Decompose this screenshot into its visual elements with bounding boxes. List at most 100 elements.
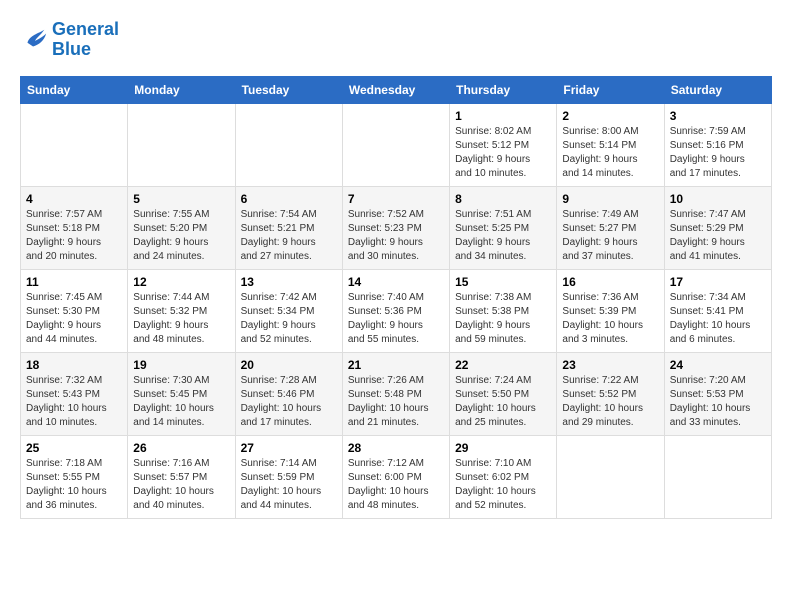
day-number: 10 bbox=[670, 192, 766, 206]
day-info: Sunrise: 7:52 AM Sunset: 5:23 PM Dayligh… bbox=[348, 208, 444, 264]
calendar-cell: 27 Sunrise: 7:14 AM Sunset: 5:59 PM Dayli… bbox=[235, 435, 342, 518]
day-number: 6 bbox=[241, 192, 337, 206]
day-info: Sunrise: 7:40 AM Sunset: 5:36 PM Dayligh… bbox=[348, 291, 444, 347]
day-number: 14 bbox=[348, 275, 444, 289]
weekday-header-friday: Friday bbox=[557, 76, 664, 103]
calendar-cell: 8 Sunrise: 7:51 AM Sunset: 5:25 PM Daylig… bbox=[450, 186, 557, 269]
calendar-cell: 12 Sunrise: 7:44 AM Sunset: 5:32 PM Dayli… bbox=[128, 269, 235, 352]
day-number: 12 bbox=[133, 275, 229, 289]
calendar-cell bbox=[128, 103, 235, 186]
calendar-week-row: 18 Sunrise: 7:32 AM Sunset: 5:43 PM Dayli… bbox=[21, 352, 772, 435]
day-number: 19 bbox=[133, 358, 229, 372]
day-info: Sunrise: 7:22 AM Sunset: 5:52 PM Dayligh… bbox=[562, 374, 658, 430]
calendar-cell: 7 Sunrise: 7:52 AM Sunset: 5:23 PM Daylig… bbox=[342, 186, 449, 269]
day-info: Sunrise: 7:54 AM Sunset: 5:21 PM Dayligh… bbox=[241, 208, 337, 264]
day-number: 2 bbox=[562, 109, 658, 123]
calendar-cell bbox=[557, 435, 664, 518]
day-number: 5 bbox=[133, 192, 229, 206]
day-number: 28 bbox=[348, 441, 444, 455]
day-info: Sunrise: 7:28 AM Sunset: 5:46 PM Dayligh… bbox=[241, 374, 337, 430]
calendar-cell: 26Sunrise: 7:16 AM Sunset: 5:57 PM Dayli… bbox=[128, 435, 235, 518]
weekday-header-monday: Monday bbox=[128, 76, 235, 103]
day-number: 24 bbox=[670, 358, 766, 372]
day-number: 20 bbox=[241, 358, 337, 372]
calendar-cell: 13 Sunrise: 7:42 AM Sunset: 5:34 PM Dayli… bbox=[235, 269, 342, 352]
day-info: Sunrise: 7:12 AM Sunset: 6:00 PM Dayligh… bbox=[348, 457, 444, 513]
day-info: Sunrise: 8:02 AM Sunset: 5:12 PM Dayligh… bbox=[455, 125, 551, 181]
calendar-cell: 5 Sunrise: 7:55 AM Sunset: 5:20 PM Daylig… bbox=[128, 186, 235, 269]
calendar-cell: 9 Sunrise: 7:49 AM Sunset: 5:27 PM Daylig… bbox=[557, 186, 664, 269]
day-number: 16 bbox=[562, 275, 658, 289]
calendar-week-row: 1Sunrise: 8:02 AM Sunset: 5:12 PM Daylig… bbox=[21, 103, 772, 186]
day-number: 3 bbox=[670, 109, 766, 123]
calendar-cell: 25 Sunrise: 7:18 AM Sunset: 5:55 PM Dayli… bbox=[21, 435, 128, 518]
day-info: Sunrise: 7:34 AM Sunset: 5:41 PM Dayligh… bbox=[670, 291, 766, 347]
calendar-cell: 24 Sunrise: 7:20 AM Sunset: 5:53 PM Dayli… bbox=[664, 352, 771, 435]
calendar-cell: 15Sunrise: 7:38 AM Sunset: 5:38 PM Dayli… bbox=[450, 269, 557, 352]
day-info: Sunrise: 7:24 AM Sunset: 5:50 PM Dayligh… bbox=[455, 374, 551, 430]
weekday-header-thursday: Thursday bbox=[450, 76, 557, 103]
weekday-header-saturday: Saturday bbox=[664, 76, 771, 103]
weekday-header-wednesday: Wednesday bbox=[342, 76, 449, 103]
day-info: Sunrise: 7:20 AM Sunset: 5:53 PM Dayligh… bbox=[670, 374, 766, 430]
calendar-cell: 10 Sunrise: 7:47 AM Sunset: 5:29 PM Dayli… bbox=[664, 186, 771, 269]
day-info: Sunrise: 7:16 AM Sunset: 5:57 PM Dayligh… bbox=[133, 457, 229, 513]
calendar-body: 1Sunrise: 8:02 AM Sunset: 5:12 PM Daylig… bbox=[21, 103, 772, 518]
calendar-cell bbox=[21, 103, 128, 186]
day-number: 7 bbox=[348, 192, 444, 206]
day-number: 13 bbox=[241, 275, 337, 289]
day-info: Sunrise: 7:30 AM Sunset: 5:45 PM Dayligh… bbox=[133, 374, 229, 430]
calendar-cell bbox=[664, 435, 771, 518]
day-number: 21 bbox=[348, 358, 444, 372]
logo-text: General Blue bbox=[52, 20, 119, 60]
weekday-header-sunday: Sunday bbox=[21, 76, 128, 103]
calendar-cell: 29Sunrise: 7:10 AM Sunset: 6:02 PM Dayli… bbox=[450, 435, 557, 518]
day-number: 29 bbox=[455, 441, 551, 455]
calendar-header: SundayMondayTuesdayWednesdayThursdayFrid… bbox=[21, 76, 772, 103]
calendar-week-row: 11Sunrise: 7:45 AM Sunset: 5:30 PM Dayli… bbox=[21, 269, 772, 352]
calendar-cell bbox=[235, 103, 342, 186]
day-info: Sunrise: 7:51 AM Sunset: 5:25 PM Dayligh… bbox=[455, 208, 551, 264]
day-info: Sunrise: 7:26 AM Sunset: 5:48 PM Dayligh… bbox=[348, 374, 444, 430]
calendar-cell: 21 Sunrise: 7:26 AM Sunset: 5:48 PM Dayli… bbox=[342, 352, 449, 435]
day-info: Sunrise: 7:32 AM Sunset: 5:43 PM Dayligh… bbox=[26, 374, 122, 430]
day-info: Sunrise: 7:55 AM Sunset: 5:20 PM Dayligh… bbox=[133, 208, 229, 264]
calendar-table: SundayMondayTuesdayWednesdayThursdayFrid… bbox=[20, 76, 772, 519]
calendar-week-row: 25 Sunrise: 7:18 AM Sunset: 5:55 PM Dayli… bbox=[21, 435, 772, 518]
calendar-cell: 20 Sunrise: 7:28 AM Sunset: 5:46 PM Dayli… bbox=[235, 352, 342, 435]
calendar-cell: 28 Sunrise: 7:12 AM Sunset: 6:00 PM Dayli… bbox=[342, 435, 449, 518]
day-number: 11 bbox=[26, 275, 122, 289]
day-info: Sunrise: 7:42 AM Sunset: 5:34 PM Dayligh… bbox=[241, 291, 337, 347]
calendar-cell: 23 Sunrise: 7:22 AM Sunset: 5:52 PM Dayli… bbox=[557, 352, 664, 435]
page-header: General Blue bbox=[20, 20, 772, 60]
weekday-header-tuesday: Tuesday bbox=[235, 76, 342, 103]
calendar-cell: 16 Sunrise: 7:36 AM Sunset: 5:39 PM Dayli… bbox=[557, 269, 664, 352]
day-number: 9 bbox=[562, 192, 658, 206]
day-number: 4 bbox=[26, 192, 122, 206]
day-info: Sunrise: 7:18 AM Sunset: 5:55 PM Dayligh… bbox=[26, 457, 122, 513]
calendar-cell: 2 Sunrise: 8:00 AM Sunset: 5:14 PM Daylig… bbox=[557, 103, 664, 186]
logo: General Blue bbox=[20, 20, 119, 60]
day-number: 22 bbox=[455, 358, 551, 372]
calendar-cell: 14 Sunrise: 7:40 AM Sunset: 5:36 PM Dayli… bbox=[342, 269, 449, 352]
day-number: 27 bbox=[241, 441, 337, 455]
day-info: Sunrise: 7:14 AM Sunset: 5:59 PM Dayligh… bbox=[241, 457, 337, 513]
day-info: Sunrise: 7:59 AM Sunset: 5:16 PM Dayligh… bbox=[670, 125, 766, 181]
weekday-header-row: SundayMondayTuesdayWednesdayThursdayFrid… bbox=[21, 76, 772, 103]
calendar-cell: 22 Sunrise: 7:24 AM Sunset: 5:50 PM Dayli… bbox=[450, 352, 557, 435]
calendar-cell: 4Sunrise: 7:57 AM Sunset: 5:18 PM Daylig… bbox=[21, 186, 128, 269]
day-info: Sunrise: 7:36 AM Sunset: 5:39 PM Dayligh… bbox=[562, 291, 658, 347]
day-info: Sunrise: 8:00 AM Sunset: 5:14 PM Dayligh… bbox=[562, 125, 658, 181]
day-info: Sunrise: 7:44 AM Sunset: 5:32 PM Dayligh… bbox=[133, 291, 229, 347]
day-info: Sunrise: 7:49 AM Sunset: 5:27 PM Dayligh… bbox=[562, 208, 658, 264]
calendar-cell: 3 Sunrise: 7:59 AM Sunset: 5:16 PM Daylig… bbox=[664, 103, 771, 186]
day-info: Sunrise: 7:47 AM Sunset: 5:29 PM Dayligh… bbox=[670, 208, 766, 264]
calendar-cell: 19 Sunrise: 7:30 AM Sunset: 5:45 PM Dayli… bbox=[128, 352, 235, 435]
day-number: 18 bbox=[26, 358, 122, 372]
day-number: 25 bbox=[26, 441, 122, 455]
day-info: Sunrise: 7:38 AM Sunset: 5:38 PM Dayligh… bbox=[455, 291, 551, 347]
calendar-cell: 18 Sunrise: 7:32 AM Sunset: 5:43 PM Dayli… bbox=[21, 352, 128, 435]
calendar-cell: 11Sunrise: 7:45 AM Sunset: 5:30 PM Dayli… bbox=[21, 269, 128, 352]
day-number: 8 bbox=[455, 192, 551, 206]
day-number: 23 bbox=[562, 358, 658, 372]
